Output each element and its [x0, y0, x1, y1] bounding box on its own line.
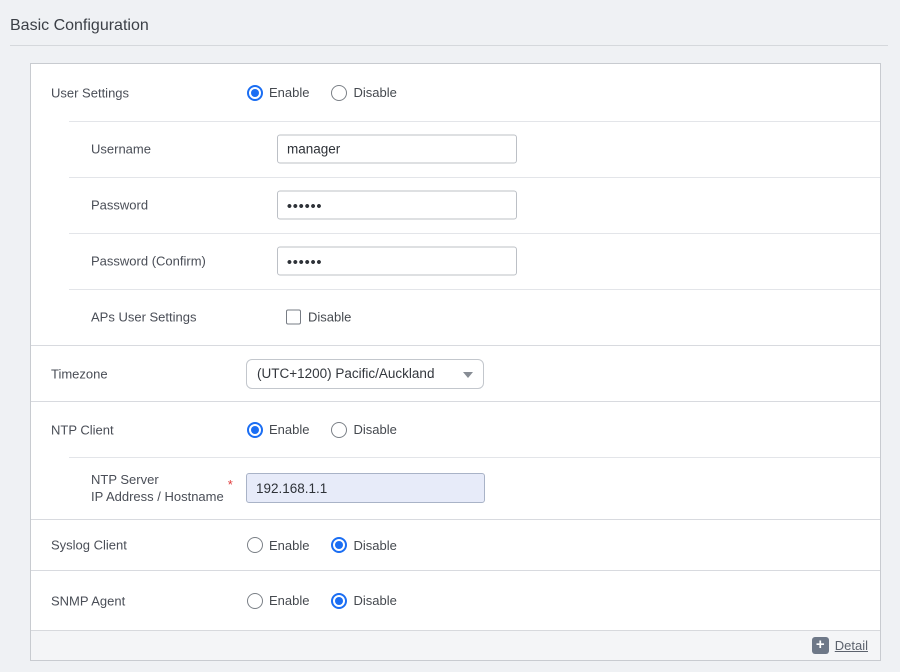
ntp-server-input[interactable] [246, 473, 485, 503]
aps-user-settings-checkbox-group: Disable [286, 310, 351, 325]
password-input[interactable] [277, 191, 517, 220]
row-syslog-client: Syslog Client Enable Disable [31, 519, 880, 570]
snmp-agent-disable-label[interactable]: Disable [353, 593, 396, 608]
basic-configuration-panel: User Settings Enable Disable Username Pa… [30, 63, 881, 661]
timezone-selected-value: (UTC+1200) Pacific/Auckland [257, 366, 457, 381]
detail-link[interactable]: Detail [835, 638, 868, 653]
panel-footer: + Detail [31, 630, 880, 660]
timezone-select[interactable]: (UTC+1200) Pacific/Auckland [246, 359, 484, 389]
row-username: Username [31, 121, 880, 177]
plus-icon[interactable]: + [812, 637, 829, 654]
password-confirm-label: Password (Confirm) [91, 254, 206, 269]
ntp-client-enable-label[interactable]: Enable [269, 422, 309, 437]
row-user-settings: User Settings Enable Disable [31, 64, 880, 121]
aps-disable-checkbox-label[interactable]: Disable [308, 310, 351, 325]
row-password: Password [31, 177, 880, 233]
aps-user-settings-label: APs User Settings [91, 310, 197, 325]
snmp-agent-label: SNMP Agent [51, 593, 125, 608]
syslog-client-disable-radio[interactable] [331, 537, 347, 553]
page: Basic Configuration User Settings Enable… [0, 0, 900, 661]
password-confirm-input[interactable] [277, 247, 517, 276]
snmp-agent-disable-radio[interactable] [331, 593, 347, 609]
syslog-client-radio-group: Enable Disable [247, 537, 397, 553]
snmp-agent-enable-radio[interactable] [247, 593, 263, 609]
row-ntp-client: NTP Client Enable Disable [31, 401, 880, 457]
syslog-client-label: Syslog Client [51, 538, 127, 553]
ntp-client-enable-radio[interactable] [247, 422, 263, 438]
password-label: Password [91, 198, 148, 213]
user-settings-radio-group: Enable Disable [247, 85, 397, 101]
user-settings-enable-radio[interactable] [247, 85, 263, 101]
ntp-client-disable-radio[interactable] [331, 422, 347, 438]
ntp-client-label: NTP Client [51, 422, 114, 437]
required-asterisk: * [228, 476, 233, 493]
user-settings-disable-label[interactable]: Disable [353, 85, 396, 100]
page-title: Basic Configuration [0, 0, 900, 36]
row-timezone: Timezone (UTC+1200) Pacific/Auckland [31, 345, 880, 401]
title-divider [10, 45, 888, 46]
syslog-client-enable-radio[interactable] [247, 537, 263, 553]
snmp-agent-enable-label[interactable]: Enable [269, 593, 309, 608]
snmp-agent-radio-group: Enable Disable [247, 593, 397, 609]
user-settings-label: User Settings [51, 85, 129, 100]
row-aps-user-settings: APs User Settings Disable [31, 289, 880, 345]
chevron-down-icon [463, 365, 473, 383]
row-snmp-agent: SNMP Agent Enable Disable [31, 570, 880, 630]
syslog-client-disable-label[interactable]: Disable [353, 538, 396, 553]
ntp-client-disable-label[interactable]: Disable [353, 422, 396, 437]
ntp-server-label-lines: NTP Server IP Address / Hostname [91, 471, 224, 505]
user-settings-disable-radio[interactable] [331, 85, 347, 101]
username-input[interactable] [277, 135, 517, 164]
username-label: Username [91, 142, 151, 157]
timezone-label: Timezone [51, 366, 108, 381]
syslog-client-enable-label[interactable]: Enable [269, 538, 309, 553]
user-settings-enable-label[interactable]: Enable [269, 85, 309, 100]
aps-disable-checkbox[interactable] [286, 310, 301, 325]
ntp-client-radio-group: Enable Disable [247, 422, 397, 438]
row-ntp-server: NTP Server IP Address / Hostname * [31, 457, 880, 519]
row-password-confirm: Password (Confirm) [31, 233, 880, 289]
ntp-server-label: NTP Server IP Address / Hostname * [91, 471, 233, 505]
